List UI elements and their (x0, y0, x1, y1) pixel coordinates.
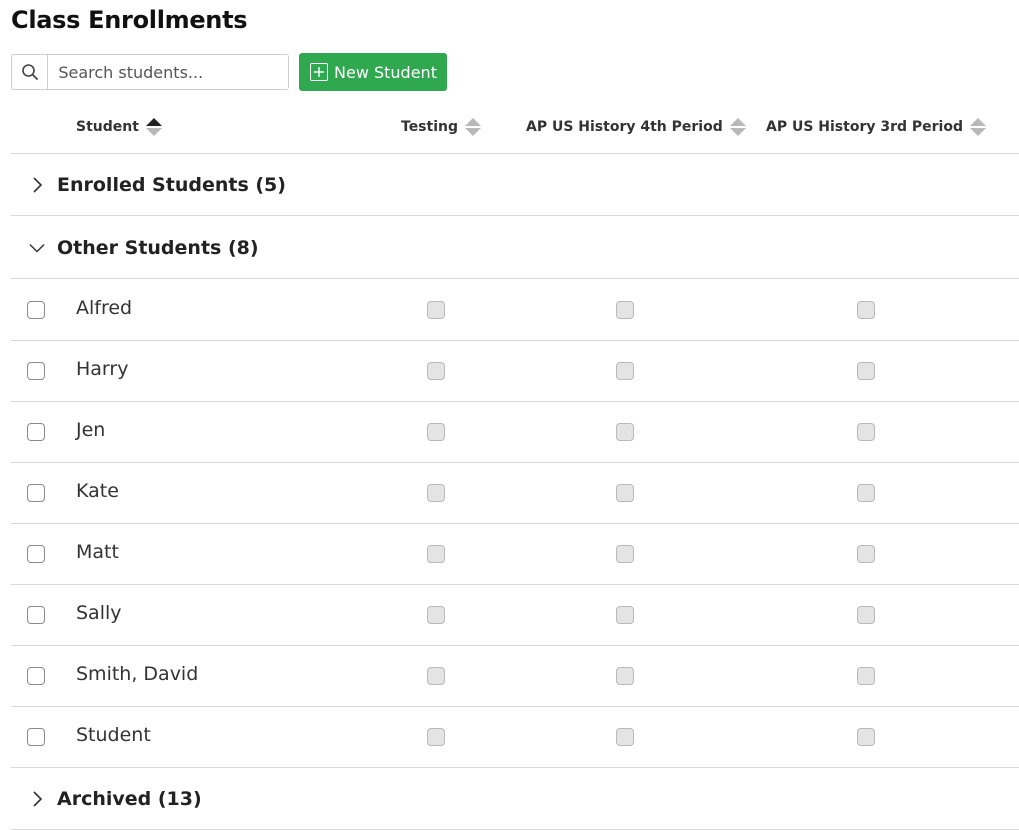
chevron-right-icon (29, 176, 45, 193)
ap3-enrollment-checkbox[interactable] (857, 728, 875, 746)
student-name: Student (76, 724, 151, 746)
ap3-enrollment-checkbox[interactable] (857, 362, 875, 380)
student-name: Harry (76, 358, 129, 380)
group-archived[interactable]: Archived (13) (11, 768, 1019, 830)
table-row: Jen (11, 402, 1019, 463)
column-header-testing[interactable]: Testing (401, 118, 481, 136)
testing-enrollment-checkbox[interactable] (427, 484, 445, 502)
ap3-enrollment-checkbox[interactable] (857, 667, 875, 685)
testing-enrollment-checkbox[interactable] (427, 545, 445, 563)
testing-enrollment-checkbox[interactable] (427, 728, 445, 746)
table-header: Student Testing AP US History 4th Period… (11, 110, 1019, 154)
group-label: Enrolled Students (5) (57, 173, 286, 196)
testing-enrollment-checkbox[interactable] (427, 423, 445, 441)
column-header-label: Student (76, 119, 139, 135)
row-select-checkbox[interactable] (27, 423, 45, 441)
testing-enrollment-checkbox[interactable] (427, 301, 445, 319)
sort-icon[interactable] (729, 118, 746, 136)
class-enrollments-page: Class Enrollments New Student Student (0, 0, 1019, 830)
testing-enrollment-checkbox[interactable] (427, 606, 445, 624)
student-name: Jen (76, 419, 106, 441)
ap4-enrollment-checkbox[interactable] (616, 423, 634, 441)
row-select-checkbox[interactable] (27, 484, 45, 502)
ap3-enrollment-checkbox[interactable] (857, 545, 875, 563)
row-select-checkbox[interactable] (27, 301, 45, 319)
group-other-students[interactable]: Other Students (8) (11, 217, 1019, 279)
student-name: Alfred (76, 297, 133, 319)
search-icon[interactable] (12, 55, 49, 89)
table-row: Smith, David (11, 646, 1019, 707)
table-row: Matt (11, 524, 1019, 585)
student-name: Matt (76, 541, 119, 563)
column-header-label: AP US History 4th Period (526, 119, 723, 135)
ap4-enrollment-checkbox[interactable] (616, 362, 634, 380)
student-name: Sally (76, 602, 122, 624)
ap4-enrollment-checkbox[interactable] (616, 728, 634, 746)
column-header-ap4[interactable]: AP US History 4th Period (526, 118, 746, 136)
column-header-label: Testing (401, 119, 458, 135)
search-input[interactable] (48, 55, 288, 89)
column-header-ap3[interactable]: AP US History 3rd Period (766, 118, 986, 136)
table-row: Harry (11, 341, 1019, 402)
testing-enrollment-checkbox[interactable] (427, 667, 445, 685)
plus-icon (310, 63, 328, 81)
search-box (11, 54, 289, 90)
toolbar: New Student (11, 53, 447, 91)
sort-icon[interactable] (145, 118, 162, 136)
table-row: Student (11, 707, 1019, 768)
row-select-checkbox[interactable] (27, 667, 45, 685)
ap3-enrollment-checkbox[interactable] (857, 423, 875, 441)
page-title: Class Enrollments (11, 6, 248, 34)
row-select-checkbox[interactable] (27, 362, 45, 380)
ap4-enrollment-checkbox[interactable] (616, 606, 634, 624)
student-name: Smith, David (76, 663, 199, 685)
row-select-checkbox[interactable] (27, 728, 45, 746)
ap4-enrollment-checkbox[interactable] (616, 667, 634, 685)
chevron-right-icon (29, 790, 45, 807)
new-student-button[interactable]: New Student (299, 53, 447, 91)
group-label: Other Students (8) (57, 236, 259, 259)
column-header-student[interactable]: Student (76, 118, 162, 136)
table-row: Kate (11, 463, 1019, 524)
group-label: Archived (13) (57, 787, 202, 810)
table-row: Sally (11, 585, 1019, 646)
new-student-label: New Student (334, 62, 437, 82)
row-select-checkbox[interactable] (27, 545, 45, 563)
ap4-enrollment-checkbox[interactable] (616, 545, 634, 563)
column-header-label: AP US History 3rd Period (766, 119, 963, 135)
testing-enrollment-checkbox[interactable] (427, 362, 445, 380)
ap3-enrollment-checkbox[interactable] (857, 484, 875, 502)
ap4-enrollment-checkbox[interactable] (616, 484, 634, 502)
table-row: Alfred (11, 280, 1019, 341)
chevron-down-icon (29, 240, 45, 256)
sort-icon[interactable] (970, 118, 986, 136)
row-select-checkbox[interactable] (27, 606, 45, 624)
ap3-enrollment-checkbox[interactable] (857, 606, 875, 624)
group-enrolled-students[interactable]: Enrolled Students (5) (11, 154, 1019, 216)
ap4-enrollment-checkbox[interactable] (616, 301, 634, 319)
ap3-enrollment-checkbox[interactable] (857, 301, 875, 319)
sort-icon[interactable] (465, 118, 481, 136)
student-name: Kate (76, 480, 119, 502)
